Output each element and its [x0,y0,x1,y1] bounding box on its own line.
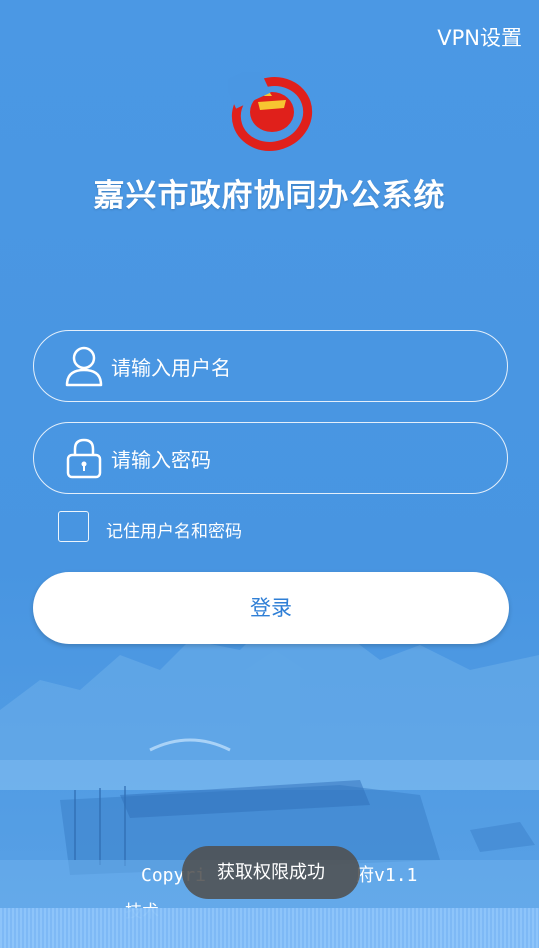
username-placeholder: 请输入用户名 [111,356,231,380]
copyright-version: 府v1.1 [356,865,418,886]
remember-checkbox[interactable] [58,511,89,542]
username-field[interactable]: 请输入用户名 [33,330,508,402]
password-placeholder: 请输入密码 [111,448,211,472]
vpn-settings-link[interactable]: VPN设置 [437,22,522,52]
login-screen: VPN设置 嘉兴市政府协同办公系统 请输入用户名 请输入密码 记住用户名和密码 … [0,0,539,948]
remember-label[interactable]: 记住用户名和密码 [106,517,242,542]
password-field[interactable]: 请输入密码 [33,422,508,494]
bottom-bar [0,908,539,948]
app-title: 嘉兴市政府协同办公系统 [93,178,446,214]
lock-icon [66,438,102,479]
user-icon [65,346,103,387]
app-logo [228,72,313,151]
login-button[interactable]: 登录 [33,572,509,644]
toast-message: 获取权限成功 [182,846,360,899]
